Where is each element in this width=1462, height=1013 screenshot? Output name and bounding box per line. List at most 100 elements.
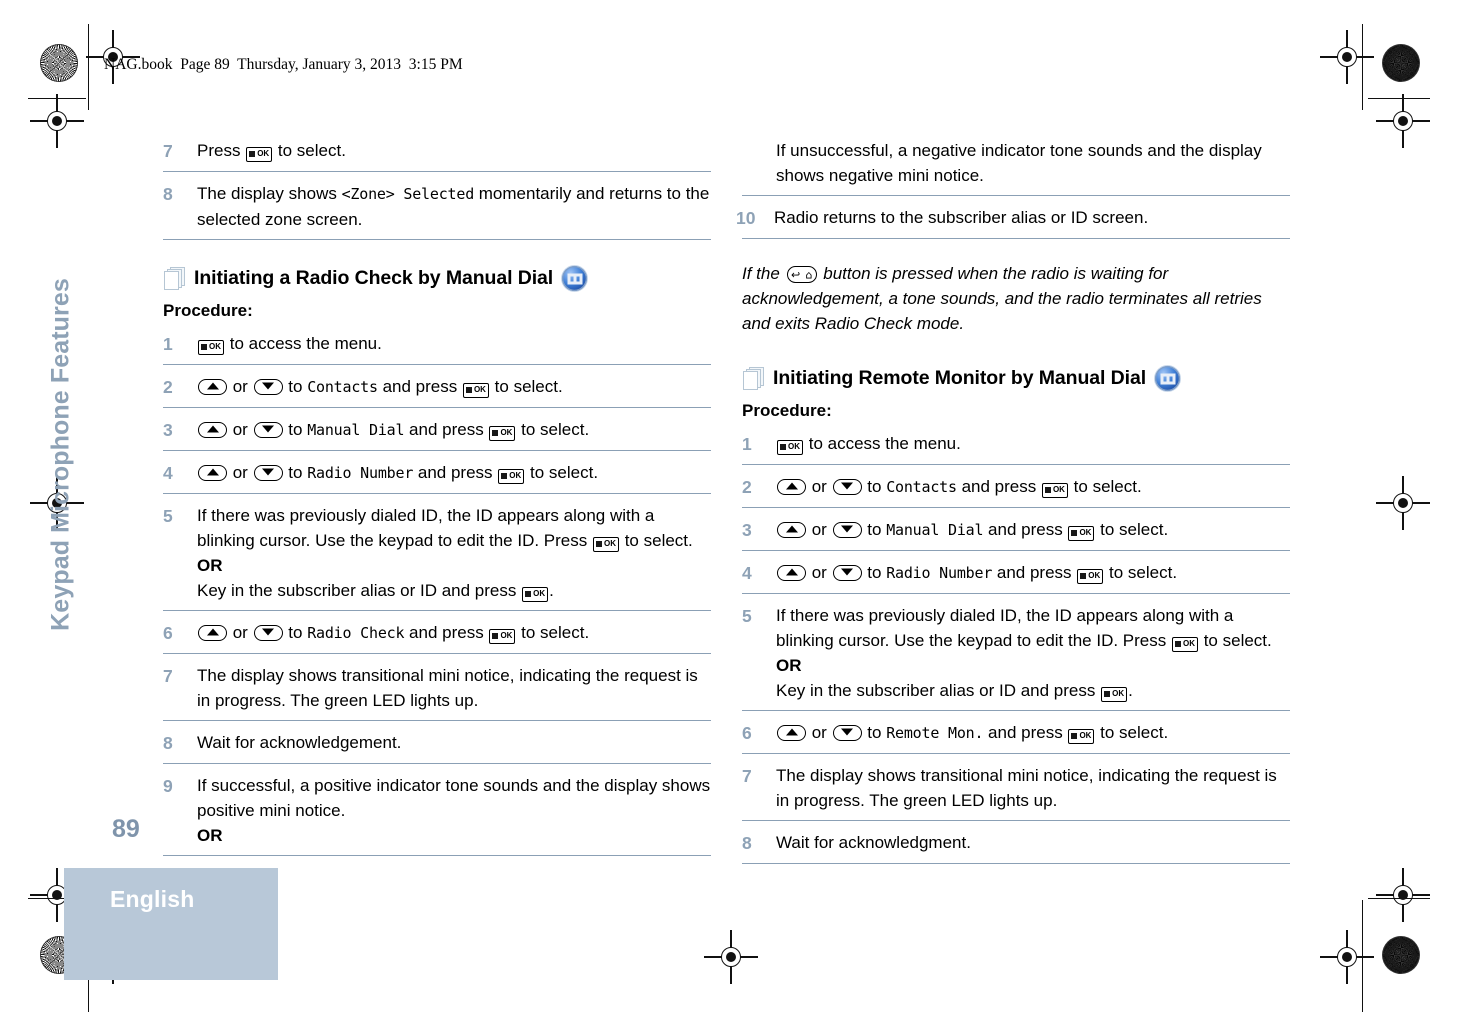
ok-key-label: OK [500, 428, 513, 437]
procedure-step: 6 or to Remote Mon. and press OK to sele… [742, 720, 1290, 754]
down-arrow-key-icon [253, 465, 283, 481]
step-text: or to Radio Number and press OK to selec… [197, 460, 711, 486]
ok-key-label: OK [1079, 731, 1092, 740]
ok-key-label: OK [603, 539, 616, 548]
left-procedure-steps: 1 OK to access the menu. 2 or to Contacts … [163, 331, 711, 856]
procedure-step: 2 or to Contacts and press OK to select. [742, 474, 1290, 508]
ok-key-label: OK [1182, 639, 1195, 648]
down-arrow-key-icon [832, 479, 862, 495]
ok-key-label: OK [533, 589, 546, 598]
ok-key-icon: OK [592, 536, 619, 552]
step-number: 9 [163, 776, 173, 796]
section-title: Initiating Remote Monitor by Manual Dial [773, 367, 1147, 389]
procedure-step: 7 The display shows transitional mini not… [163, 663, 711, 721]
step-number: 3 [742, 520, 752, 540]
ok-key-icon: OK [777, 439, 803, 455]
registration-crosshair-right-upper [1376, 94, 1430, 148]
procedure-step: 2 or to Contacts and press OK to select. [163, 374, 711, 408]
step-number: 4 [163, 463, 173, 483]
step-number: 4 [742, 563, 752, 583]
file-header-text: NAG.book Page 89 Thursday, January 3, 20… [104, 56, 463, 73]
procedure-step: 8 The display shows <Zone> Selected momen… [163, 181, 711, 240]
trim-line-left [88, 24, 89, 110]
display-string: Contacts [886, 478, 957, 496]
registration-crosshair-bottom-center [704, 930, 758, 984]
menu-grid-glyph [492, 633, 499, 639]
ok-key-icon: OK [1068, 728, 1095, 744]
ok-key-icon: OK [1101, 686, 1128, 702]
registration-crosshair-right-lower [1376, 868, 1430, 922]
step-text: OK to access the menu. [197, 331, 711, 356]
step-number: 5 [163, 506, 173, 526]
registration-starburst-top-right [1382, 44, 1420, 82]
step-number: 7 [742, 766, 752, 786]
back-arrow-glyph: ↩ [791, 268, 801, 281]
ok-key-icon: OK [1171, 636, 1198, 652]
step-text: If successful, a positive indicator tone… [197, 776, 711, 845]
step-number: 6 [742, 723, 752, 743]
up-arrow-key-icon [198, 422, 227, 438]
procedure-step: 7 The display shows transitional mini not… [742, 763, 1290, 821]
step-number: 2 [742, 477, 752, 497]
display-string: Manual Dial [307, 421, 405, 439]
menu-grid-glyph [595, 541, 602, 547]
section-heading-remote-monitor: Initiating Remote Monitor by Manual Dial [742, 366, 1290, 391]
up-arrow-key-icon [777, 565, 806, 581]
display-string: Manual Dial [886, 521, 984, 539]
ok-key-icon: OK [489, 628, 516, 644]
display-string: Radio Check [307, 624, 405, 642]
step-text: If there was previously dialed ID, the I… [776, 606, 1272, 702]
ok-key-icon: OK [462, 382, 489, 398]
step-number: 8 [163, 184, 173, 204]
menu-grid-glyph [249, 151, 256, 157]
procedure-step: 4 or to Radio Number and press OK to sel… [163, 460, 711, 494]
step-text: Radio returns to the subscriber alias or… [774, 208, 1149, 227]
ok-key-label: OK [1052, 485, 1065, 494]
or-separator: OR [776, 656, 802, 675]
procedure-step: 1 OK to access the menu. [742, 431, 1290, 465]
up-arrow-key-icon [198, 379, 227, 395]
procedure-step: 8 Wait for acknowledgment. [742, 830, 1290, 864]
down-arrow-key-icon [832, 565, 862, 581]
trim-line-right-bottom [1362, 900, 1363, 1012]
step-text: Wait for acknowledgment. [776, 833, 971, 852]
menu-grid-glyph [780, 444, 786, 450]
step-number: 8 [163, 733, 173, 753]
procedure-step: 6 or to Radio Check and press OK to sele… [163, 620, 711, 654]
or-separator: OR [197, 826, 223, 845]
up-arrow-key-icon [777, 479, 806, 495]
down-arrow-key-icon [832, 725, 862, 741]
step-text: The display shows transitional mini noti… [197, 666, 698, 710]
back-home-key-icon: ↩ ⌂ [786, 266, 817, 283]
stacked-pages-icon [742, 366, 764, 391]
registration-crosshair-bottom-right [1320, 930, 1374, 984]
menu-grid-glyph [465, 387, 472, 393]
trim-line-top-right [1368, 98, 1430, 99]
trim-line-right [1362, 24, 1363, 110]
step-number: 7 [163, 666, 173, 686]
step-text: or to Manual Dial and press OK to select… [197, 417, 711, 443]
registration-crosshair-right-middle [1376, 476, 1430, 530]
display-string: Radio Number [886, 564, 993, 582]
menu-grid-glyph [201, 344, 207, 350]
up-arrow-key-icon [198, 625, 227, 641]
continued-paragraph: If unsuccessful, a negative indicator to… [742, 138, 1290, 196]
up-arrow-key-icon [198, 465, 227, 481]
registration-starburst-bottom-right [1382, 936, 1420, 974]
down-arrow-key-icon [253, 379, 283, 395]
step-text: or to Contacts and press OK to select. [776, 474, 1290, 500]
ok-key-icon: OK [246, 146, 273, 162]
or-separator: OR [197, 556, 223, 575]
right-column: If unsuccessful, a negative indicator to… [736, 138, 1290, 873]
procedure-label: Procedure: [742, 401, 832, 420]
step-number: 10 [736, 208, 756, 228]
menu-grid-glyph [1044, 487, 1051, 493]
page-number: 89 [112, 815, 140, 843]
step-number: 3 [163, 420, 173, 440]
menu-grid-glyph [1174, 641, 1181, 647]
step-number: 5 [742, 606, 752, 626]
ok-key-icon: OK [522, 586, 549, 602]
procedure-step: 7 Press OK to select. [163, 138, 711, 172]
section-heading-radio-check: Initiating a Radio Check by Manual Dial [163, 266, 711, 291]
menu-grid-glyph [1080, 573, 1087, 579]
